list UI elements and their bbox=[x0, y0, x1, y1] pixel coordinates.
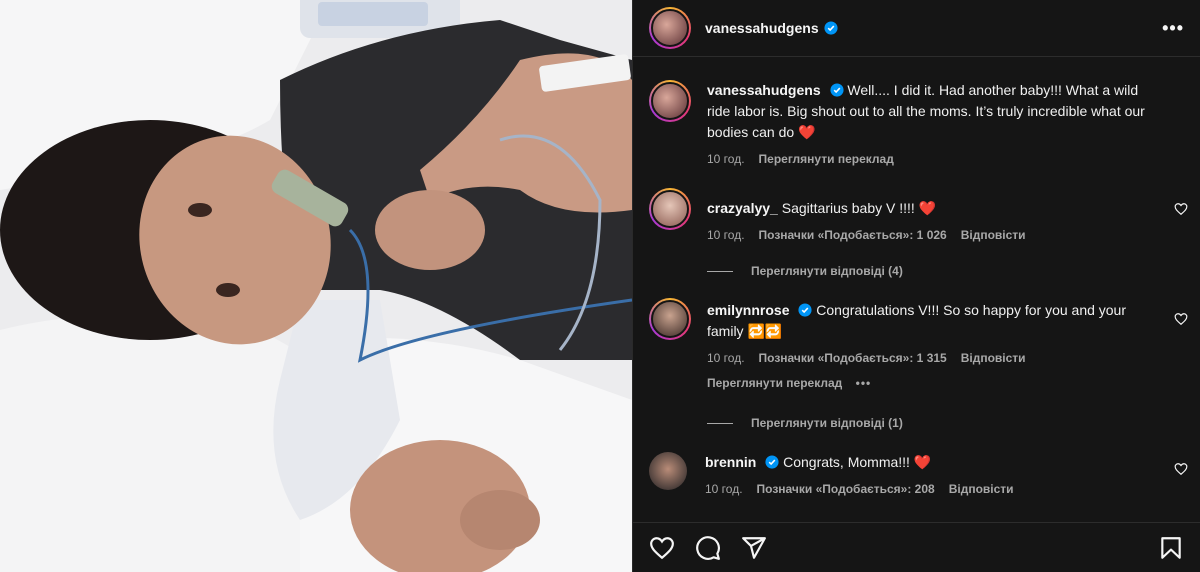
emoji: 🔁🔁 bbox=[747, 323, 783, 339]
comment-body: brennin Congrats, Momma!!! ❤️ 10 год. По… bbox=[705, 452, 1188, 500]
view-replies-text[interactable]: Переглянути відповіді (1) bbox=[751, 416, 903, 430]
comment-body: crazyalyy_ Sagittarius baby V !!!! ❤️ 10… bbox=[707, 188, 1188, 246]
caption-meta: 10 год. Переглянути переклад bbox=[707, 149, 1158, 170]
author-avatar[interactable] bbox=[649, 7, 691, 49]
comments-panel: vanessahudgens ••• vanessahudgens Well..… bbox=[633, 0, 1200, 572]
comment-translate-row: Переглянути переклад ••• bbox=[707, 373, 1158, 394]
more-options-icon[interactable]: ••• bbox=[1162, 18, 1184, 39]
comment-item: emilynnrose Congratulations V!!! So so h… bbox=[649, 298, 1188, 394]
translate-link[interactable]: Переглянути переклад bbox=[707, 376, 842, 390]
comment-item: brennin Congrats, Momma!!! ❤️ 10 год. По… bbox=[649, 452, 1188, 500]
comment-text: Sagittarius baby V !!!! bbox=[781, 200, 915, 216]
comment-meta: 10 год. Позначки «Подобається»: 1 026 Ві… bbox=[707, 225, 1158, 246]
comment-likes[interactable]: Позначки «Подобається»: 208 bbox=[757, 479, 935, 500]
caption-body: vanessahudgens Well.... I did it. Had an… bbox=[707, 80, 1188, 170]
action-bar bbox=[633, 522, 1200, 572]
comment-avatar[interactable] bbox=[649, 188, 691, 230]
comment-time: 10 год. bbox=[707, 351, 745, 365]
verified-badge-icon bbox=[798, 303, 812, 317]
comment-meta: 10 год. Позначки «Подобається»: 208 Відп… bbox=[705, 479, 1158, 500]
verified-badge-icon bbox=[829, 83, 844, 97]
heart-icon[interactable] bbox=[1174, 312, 1188, 326]
heart-icon[interactable] bbox=[1174, 462, 1188, 476]
translate-link[interactable]: Переглянути переклад bbox=[759, 149, 894, 170]
photo-image bbox=[0, 0, 632, 572]
verified-badge-icon bbox=[824, 21, 838, 35]
share-icon[interactable] bbox=[741, 535, 767, 561]
view-replies-link[interactable]: Переглянути відповіді (1) bbox=[707, 416, 1188, 430]
author-username-text[interactable]: vanessahudgens bbox=[705, 20, 819, 36]
bookmark-icon[interactable] bbox=[1158, 535, 1184, 561]
comment-meta: 10 год. Позначки «Подобається»: 1 315 Ві… bbox=[707, 348, 1158, 369]
post-photo[interactable] bbox=[0, 0, 632, 572]
heart-emoji: ❤️ bbox=[913, 454, 932, 470]
replies-line bbox=[707, 422, 733, 424]
comment-time: 10 год. bbox=[707, 228, 745, 242]
comment-username[interactable]: crazyalyy_ bbox=[707, 200, 778, 216]
comment-username[interactable]: brennin bbox=[705, 454, 756, 470]
comment-username[interactable]: emilynnrose bbox=[707, 302, 789, 318]
caption: vanessahudgens Well.... I did it. Had an… bbox=[649, 80, 1188, 170]
comment-text: Congrats, Momma!!! bbox=[783, 454, 910, 470]
reply-button[interactable]: Відповісти bbox=[949, 479, 1014, 500]
heart-emoji: ❤️ bbox=[798, 124, 816, 140]
comment-likes[interactable]: Позначки «Подобається»: 1 315 bbox=[759, 348, 947, 369]
reply-button[interactable]: Відповісти bbox=[961, 348, 1026, 369]
verified-badge-icon bbox=[765, 455, 779, 469]
comment-body: emilynnrose Congratulations V!!! So so h… bbox=[707, 298, 1188, 394]
caption-avatar[interactable] bbox=[649, 80, 691, 122]
comment-item: crazyalyy_ Sagittarius baby V !!!! ❤️ 10… bbox=[649, 188, 1188, 246]
heart-icon[interactable] bbox=[649, 535, 675, 561]
view-replies-text[interactable]: Переглянути відповіді (4) bbox=[751, 264, 903, 278]
comment-avatar[interactable] bbox=[649, 452, 687, 490]
view-replies-link[interactable]: Переглянути відповіді (4) bbox=[707, 264, 1188, 278]
caption-time: 10 год. bbox=[707, 152, 745, 166]
comment-time: 10 год. bbox=[705, 482, 743, 496]
author-username[interactable]: vanessahudgens bbox=[705, 20, 838, 36]
caption-username[interactable]: vanessahudgens bbox=[707, 82, 821, 98]
heart-emoji: ❤️ bbox=[918, 200, 937, 216]
reply-button[interactable]: Відповісти bbox=[961, 225, 1026, 246]
post-header: vanessahudgens ••• bbox=[633, 0, 1200, 57]
comment-avatar[interactable] bbox=[649, 298, 691, 340]
comment-likes[interactable]: Позначки «Подобається»: 1 026 bbox=[759, 225, 947, 246]
comment-icon[interactable] bbox=[695, 535, 721, 561]
more-options-icon[interactable]: ••• bbox=[856, 376, 872, 390]
replies-line bbox=[707, 270, 733, 272]
comment-list: vanessahudgens Well.... I did it. Had an… bbox=[649, 80, 1188, 500]
heart-icon[interactable] bbox=[1174, 202, 1188, 216]
